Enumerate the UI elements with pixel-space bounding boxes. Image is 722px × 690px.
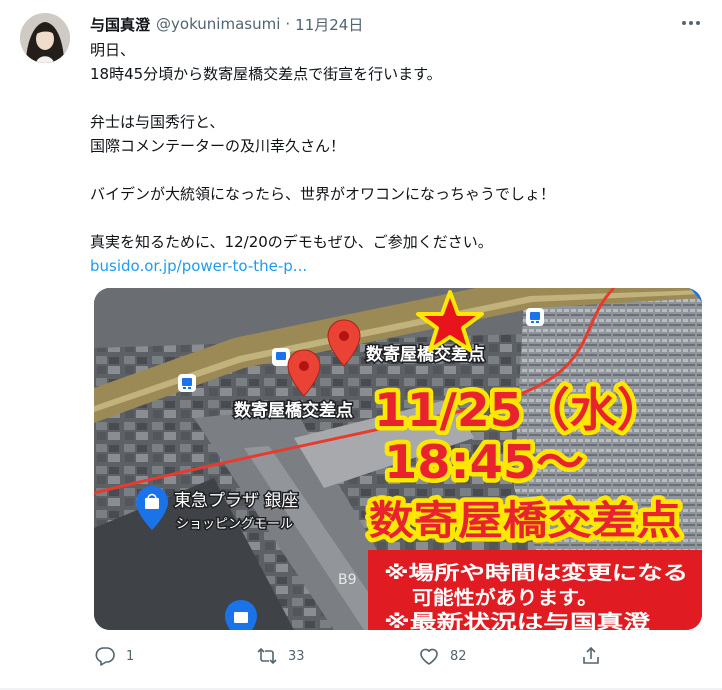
tweet-line: 18時45分頃から数寄屋橋交差点で街宣を行います。	[90, 65, 442, 83]
event-place: 数寄屋橋交差点	[369, 498, 681, 544]
tweet-header: 与国真澄 @yokunimasumi · 11月24日	[90, 13, 363, 35]
heart-icon	[420, 648, 438, 665]
tweet-line: バイデンが大統領になったら、世界がオワコンになっちゃうでしょ！	[90, 185, 556, 203]
shopping-bag-icon	[225, 600, 257, 630]
retweet-button[interactable]: 33	[256, 645, 305, 667]
bus-stop-icon	[526, 308, 544, 326]
event-date: 11/25（水）	[374, 383, 664, 437]
tweet-line: 真実を知るために、12/20のデモもぜひ、ご参加ください。	[90, 233, 493, 251]
event-time: 18:45～	[384, 435, 584, 489]
tweet-date[interactable]: 11月24日	[295, 14, 363, 35]
notice-line: ※場所や時間は変更になる	[384, 561, 688, 584]
retweet-icon	[257, 647, 277, 665]
avatar[interactable]	[20, 13, 70, 63]
author-handle[interactable]: @yokunimasumi	[156, 15, 280, 33]
tweet-image[interactable]: 数寄屋橋交差点 数寄屋橋交差点 東急プラザ 銀座 ショッピングモール B9 11…	[94, 288, 702, 630]
share-icon	[583, 646, 599, 664]
tweet-actions: 1 33 82	[94, 645, 614, 667]
tweet-text: 明日、 18時45分頃から数寄屋橋交差点で街宣を行います。 弁士は与国秀行と、 …	[90, 38, 700, 278]
tweet-link[interactable]: busido.or.jp/power-to-the-p...	[90, 257, 307, 275]
retweet-count: 33	[288, 648, 305, 664]
tweet-line: 弁士は与国秀行と、	[90, 113, 225, 131]
share-button[interactable]	[580, 645, 602, 667]
road-label: B9	[338, 572, 357, 588]
author-name[interactable]: 与国真澄	[90, 14, 150, 35]
reply-button[interactable]: 1	[94, 645, 134, 667]
tweet-line: 国際コメンテーターの及川幸久さん！	[90, 137, 346, 155]
map-label: 数寄屋橋交差点	[234, 400, 353, 421]
reply-icon	[95, 647, 115, 666]
notice-line: 可能性があります。	[412, 586, 598, 609]
notice-line: ※最新状況は与国真澄	[384, 610, 651, 630]
separator-dot: ·	[285, 15, 291, 33]
bus-stop-icon	[272, 348, 290, 366]
bus-stop-icon	[178, 374, 196, 392]
store-category: ショッピングモール	[176, 517, 293, 532]
tweet[interactable]: 与国真澄 @yokunimasumi · 11月24日 明日、 18時45分頃か…	[0, 0, 722, 690]
like-button[interactable]: 82	[418, 645, 467, 667]
store-name: 東急プラザ 銀座	[174, 491, 298, 511]
like-count: 82	[450, 648, 467, 664]
more-options-icon[interactable]	[680, 14, 702, 32]
tweet-line: 明日、	[90, 41, 136, 59]
reply-count: 1	[126, 648, 135, 664]
